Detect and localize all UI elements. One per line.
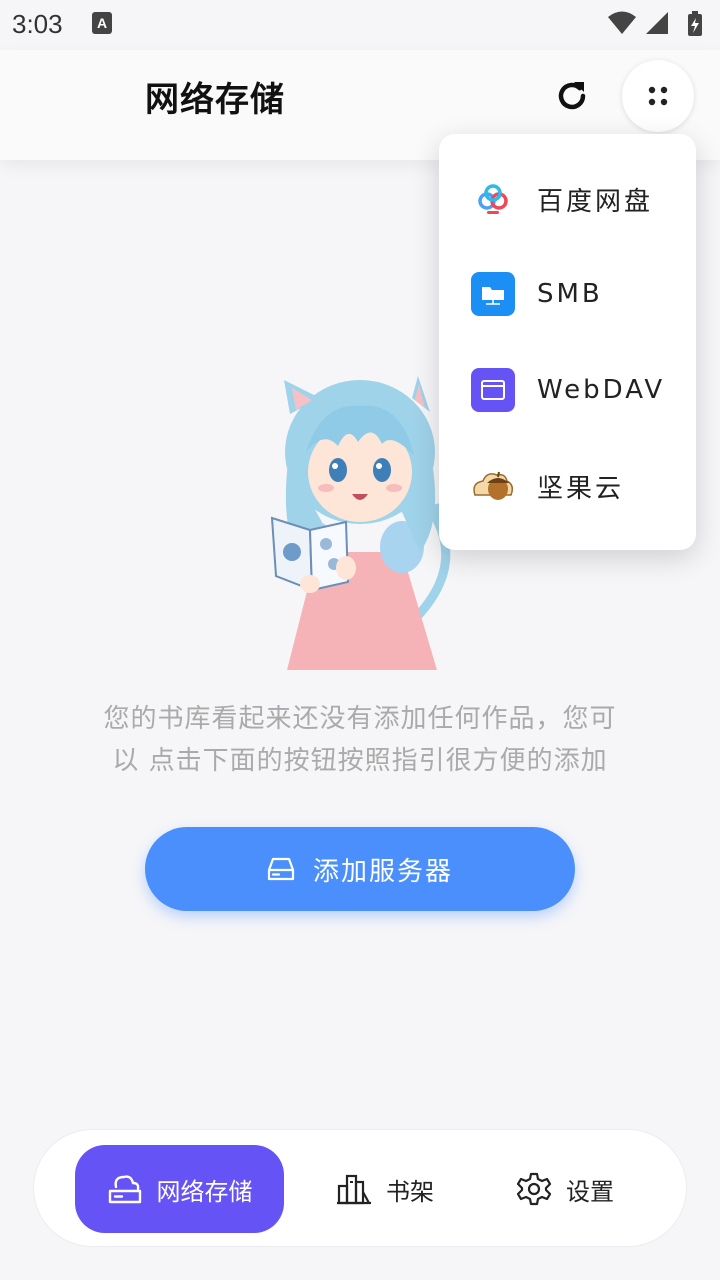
nav-label: 书架 [386, 1177, 434, 1206]
page-title: 网络存储 [145, 80, 285, 120]
more-options-button[interactable] [622, 60, 694, 132]
gear-icon [516, 1172, 552, 1206]
nav-item-network-storage[interactable]: 网络存储 [75, 1145, 284, 1233]
menu-item-webdav[interactable]: WebDAV [439, 342, 696, 438]
refresh-icon [558, 82, 586, 110]
empty-state-line-2: 以 点击下面的按钮按照指引很方便的添加 [112, 746, 608, 776]
menu-item-label: SMB [537, 279, 603, 309]
nav-label: 网络存储 [156, 1177, 253, 1206]
refresh-button[interactable] [548, 70, 596, 122]
bookshelf-icon [337, 1174, 371, 1205]
cloud-drive-icon [108, 1175, 141, 1204]
menu-item-smb[interactable]: SMB [439, 246, 696, 342]
smb-folder-icon [471, 272, 515, 316]
bottom-navigation: 网络存储 书架 设置 [33, 1129, 687, 1247]
webdav-icon [471, 368, 515, 412]
nav-item-bookshelf[interactable]: 书架 [336, 1145, 434, 1233]
add-storage-menu: 百度网盘 SMB WebDAV 坚果云 [439, 134, 696, 550]
nav-item-settings[interactable]: 设置 [516, 1145, 614, 1233]
nutstore-acorn-icon [471, 464, 515, 508]
wifi-icon [608, 11, 636, 34]
menu-item-label: WebDAV [537, 375, 666, 405]
notification-icon: A [92, 12, 112, 34]
cell-signal-icon [646, 12, 668, 34]
cat-girl-reading-illustration [270, 376, 451, 670]
battery-icon [688, 11, 702, 36]
menu-item-label: 坚果云 [537, 473, 625, 504]
baidu-cloud-icon [471, 177, 515, 221]
menu-item-nutstore[interactable]: 坚果云 [439, 438, 696, 534]
add-server-button[interactable]: 添加服务器 [145, 827, 575, 911]
status-icons [608, 11, 702, 36]
status-time: 3:03 [12, 9, 63, 39]
empty-state-message: 您的书库看起来还没有添加任何作品，您可 以 点击下面的按钮按照指引很方便的添加 [80, 698, 640, 782]
nav-label: 设置 [566, 1177, 614, 1206]
status-bar: 3:03 A [0, 0, 720, 50]
dots-grid-icon [648, 86, 668, 106]
menu-item-baidu-pan[interactable]: 百度网盘 [439, 151, 696, 247]
menu-item-label: 百度网盘 [537, 186, 654, 217]
empty-state-line-1: 您的书库看起来还没有添加任何作品，您可 [103, 704, 617, 734]
server-drive-icon [267, 857, 295, 881]
add-server-label: 添加服务器 [312, 856, 453, 887]
